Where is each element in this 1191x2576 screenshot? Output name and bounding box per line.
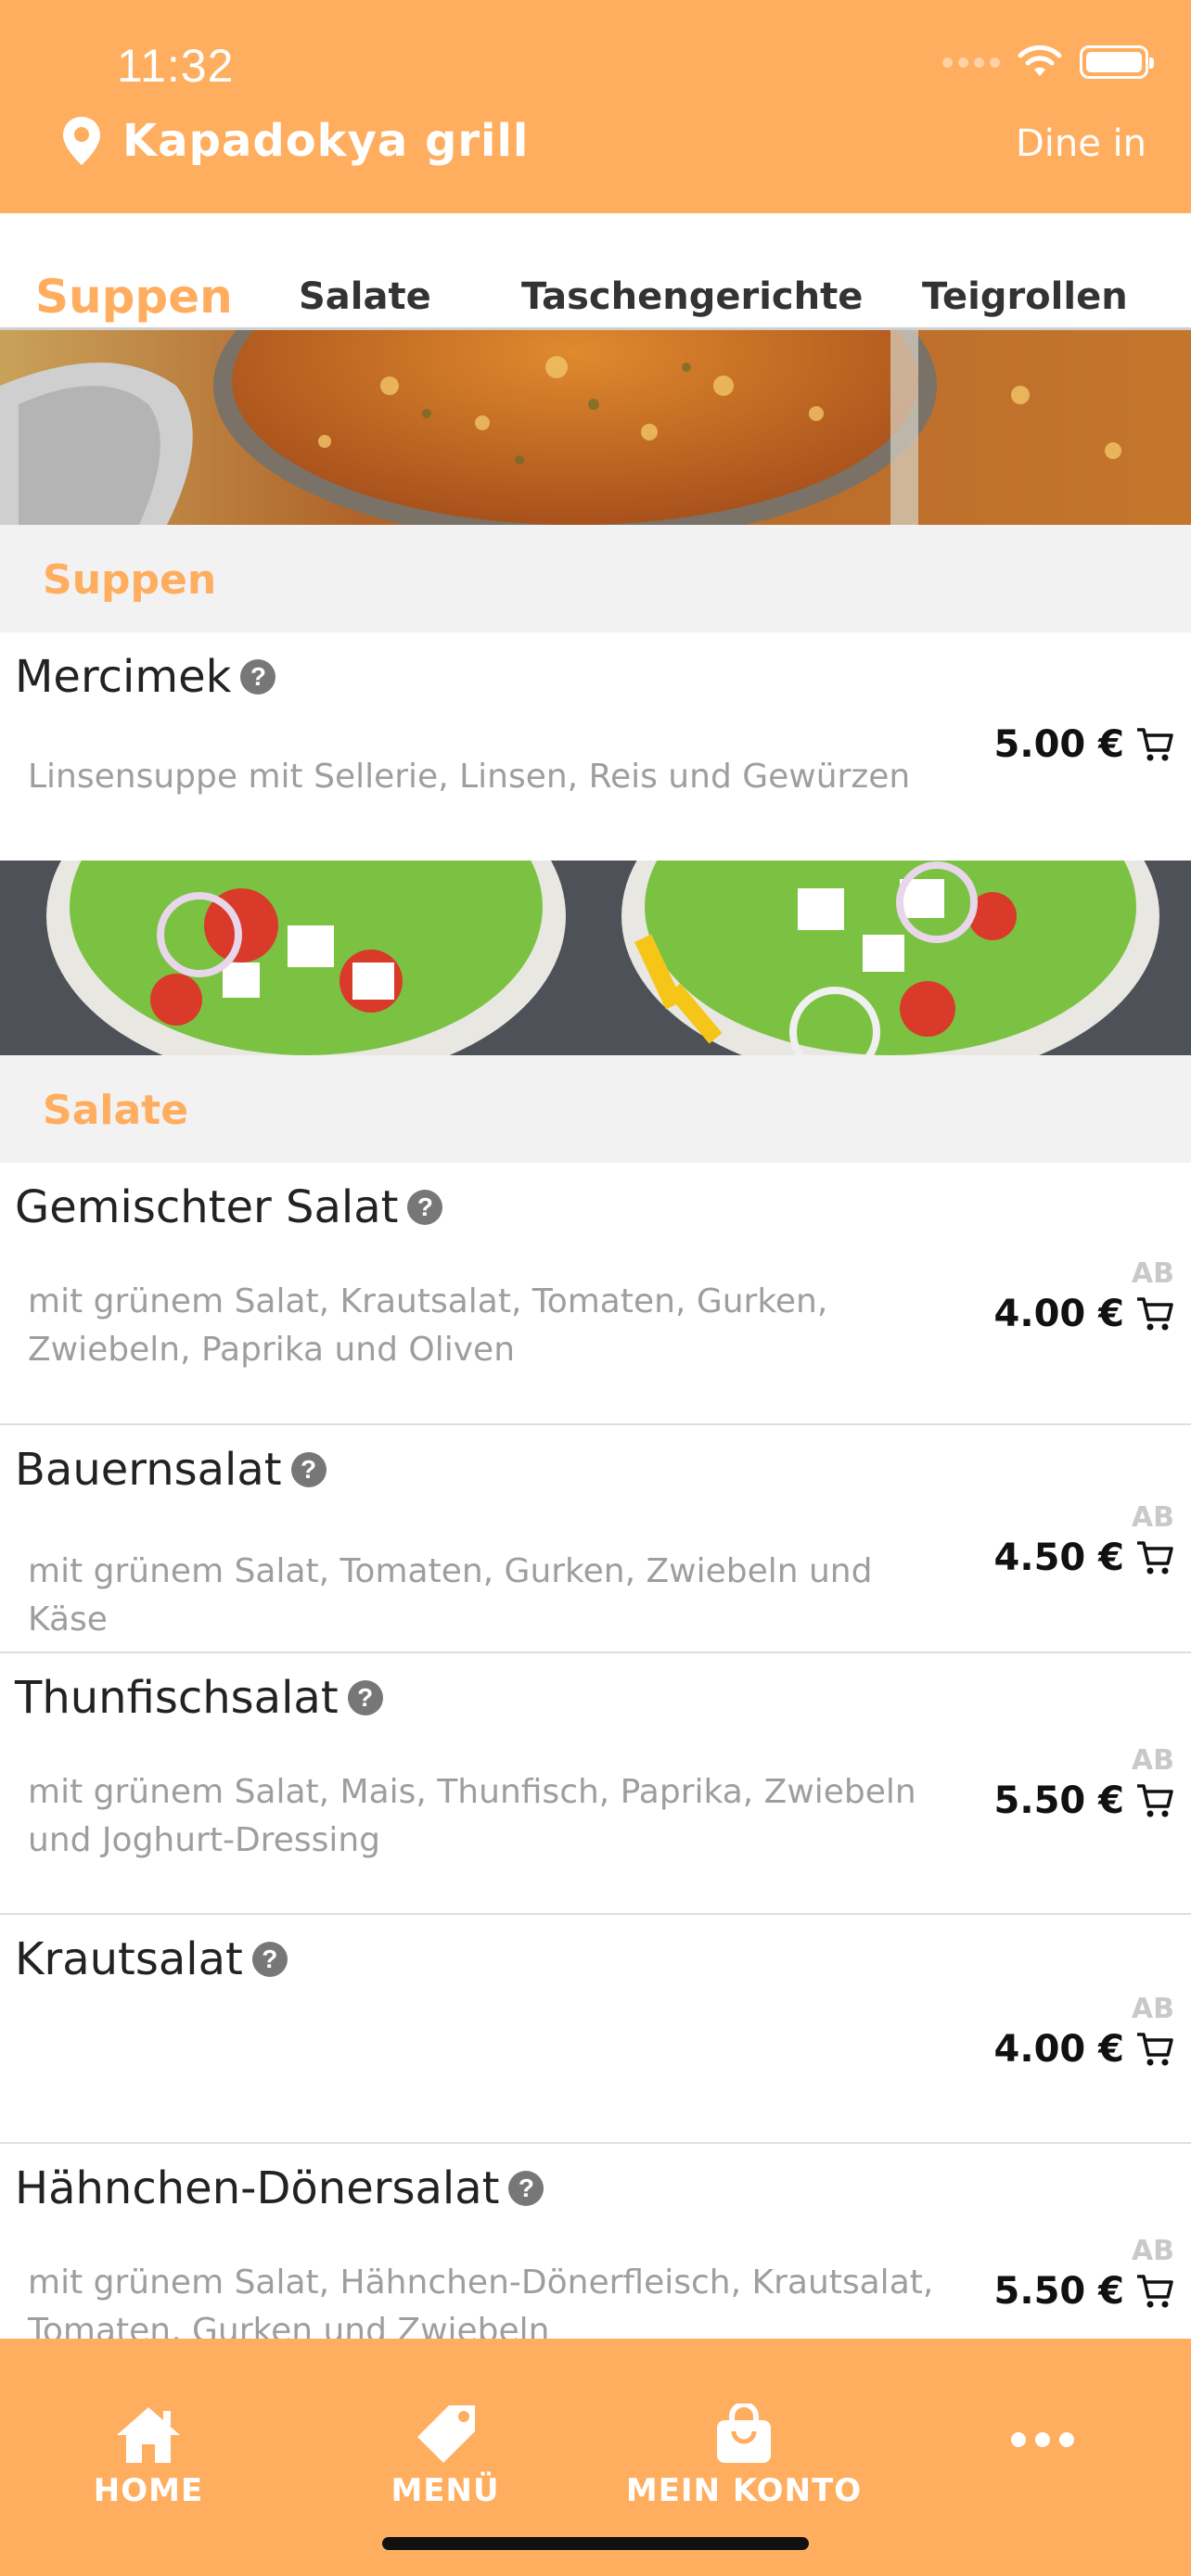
add-to-cart-button[interactable]: 5.00 € xyxy=(994,723,1174,766)
dine-in-toggle[interactable]: Dine in xyxy=(1016,122,1146,165)
tab-salate[interactable]: Salate xyxy=(299,275,431,318)
tab-taschengerichte[interactable]: Taschengerichte xyxy=(521,275,863,318)
menu-item-mercimek[interactable]: Mercimek ? Linsensuppe mit Sellerie, Lin… xyxy=(0,632,1191,861)
price-from-label: AB xyxy=(1131,1744,1174,1777)
menu-item-bauernsalat[interactable]: Bauernsalat ? mit grünem Salat, Tomaten,… xyxy=(0,1425,1191,1653)
tab-teigrollen[interactable]: Teigrollen xyxy=(922,275,1128,318)
add-to-cart-button[interactable]: 5.50 € xyxy=(994,1779,1174,1822)
item-name-row: Gemischter Salat ? xyxy=(15,1181,443,1233)
item-description: mit grünem Salat, Krautsalat, Tomaten, G… xyxy=(28,1282,828,1369)
item-price: 4.50 € xyxy=(993,1537,1124,1579)
add-to-cart-button[interactable]: 4.50 € xyxy=(994,1537,1174,1579)
item-name: Thunfischsalat xyxy=(15,1672,339,1724)
item-name: Hähnchen-Dönersalat xyxy=(15,2162,500,2214)
item-price: 5.50 € xyxy=(993,1779,1124,1822)
cellular-signal-icon xyxy=(942,57,1000,68)
status-icons xyxy=(942,45,1154,80)
item-description: Linsensuppe mit Sellerie, Linsen, Reis u… xyxy=(28,758,911,796)
soup-banner-image xyxy=(0,330,1191,525)
nav-more[interactable] xyxy=(894,2431,1191,2448)
info-icon[interactable]: ? xyxy=(290,1452,327,1487)
tag-icon xyxy=(417,2405,475,2463)
info-icon[interactable]: ? xyxy=(240,659,276,695)
item-price: 4.00 € xyxy=(993,1293,1124,1335)
add-to-cart-button[interactable]: 4.00 € xyxy=(994,2028,1174,2071)
section-title: Salate xyxy=(43,1087,189,1134)
nav-label: HOME xyxy=(93,2472,204,2509)
item-name-row: Krautsalat ? xyxy=(15,1933,288,1985)
cart-icon xyxy=(1137,2033,1173,2066)
cart-icon xyxy=(1137,2275,1173,2308)
menu-item-krautsalat[interactable]: Krautsalat ? AB 4.00 € xyxy=(0,1915,1191,2144)
category-tabs: Suppen Salate Taschengerichte Teigrollen xyxy=(0,213,1191,330)
battery-icon xyxy=(1080,45,1154,79)
cart-icon xyxy=(1137,1297,1173,1331)
info-icon[interactable]: ? xyxy=(508,2171,544,2206)
item-description: mit grünem Salat, Tomaten, Gurken, Zwieb… xyxy=(28,1552,873,1639)
cart-icon xyxy=(1137,728,1173,761)
info-icon[interactable]: ? xyxy=(407,1190,443,1225)
status-time: 11:32 xyxy=(117,40,235,92)
section-header-salate: Salate xyxy=(0,1055,1191,1163)
menu-item-thunfischsalat[interactable]: Thunfischsalat ? mit grünem Salat, Mais,… xyxy=(0,1653,1191,1915)
salad-banner-image xyxy=(0,861,1191,1055)
store-name: Kapadokya grill xyxy=(122,115,530,167)
store-selector[interactable]: Kapadokya grill xyxy=(61,115,529,167)
nav-label: MENÜ xyxy=(391,2472,500,2509)
app-header: 11:32 Kapadokya grill Dine in xyxy=(0,0,1191,213)
price-from-label: AB xyxy=(1131,1501,1174,1534)
info-icon[interactable]: ? xyxy=(251,1942,288,1977)
item-name: Mercimek xyxy=(15,651,232,703)
nav-account[interactable]: MEIN KONTO xyxy=(596,2404,892,2509)
item-price: 5.50 € xyxy=(993,2270,1124,2313)
item-name-row: Thunfischsalat ? xyxy=(15,1672,383,1724)
item-name-row: Bauernsalat ? xyxy=(15,1444,327,1496)
price-from-label: AB xyxy=(1131,1257,1174,1290)
tab-suppen[interactable]: Suppen xyxy=(35,270,233,324)
price-from-label: AB xyxy=(1131,1993,1174,2025)
nav-menu[interactable]: MENÜ xyxy=(297,2404,594,2509)
wifi-icon xyxy=(1018,45,1062,76)
item-name-row: Hähnchen-Dönersalat ? xyxy=(15,2162,544,2214)
add-to-cart-button[interactable]: 5.50 € xyxy=(994,2270,1174,2313)
info-icon[interactable]: ? xyxy=(347,1680,383,1715)
section-title: Suppen xyxy=(43,556,217,604)
cart-icon xyxy=(1137,1541,1173,1575)
price-from-label: AB xyxy=(1131,2235,1174,2267)
home-indicator xyxy=(382,2537,809,2550)
nav-home[interactable]: HOME xyxy=(0,2404,297,2509)
item-price: 5.00 € xyxy=(993,723,1124,766)
item-name: Gemischter Salat xyxy=(15,1181,399,1233)
shopping-bag-icon xyxy=(717,2404,771,2463)
item-name-row: Mercimek ? xyxy=(15,651,276,703)
nav-label: MEIN KONTO xyxy=(625,2472,863,2509)
item-price: 4.00 € xyxy=(993,2028,1124,2071)
home-icon xyxy=(117,2407,180,2463)
more-icon xyxy=(1011,2432,1074,2447)
item-name: Krautsalat xyxy=(15,1933,243,1985)
cart-icon xyxy=(1137,1784,1173,1817)
section-header-suppen: Suppen xyxy=(0,525,1191,632)
item-name: Bauernsalat xyxy=(15,1444,282,1496)
menu-item-gemischter-salat[interactable]: Gemischter Salat ? mit grünem Salat, Kra… xyxy=(0,1163,1191,1425)
add-to-cart-button[interactable]: 4.00 € xyxy=(994,1293,1174,1335)
item-description: mit grünem Salat, Mais, Thunfisch, Papri… xyxy=(28,1773,916,1859)
location-pin-icon xyxy=(63,117,100,165)
